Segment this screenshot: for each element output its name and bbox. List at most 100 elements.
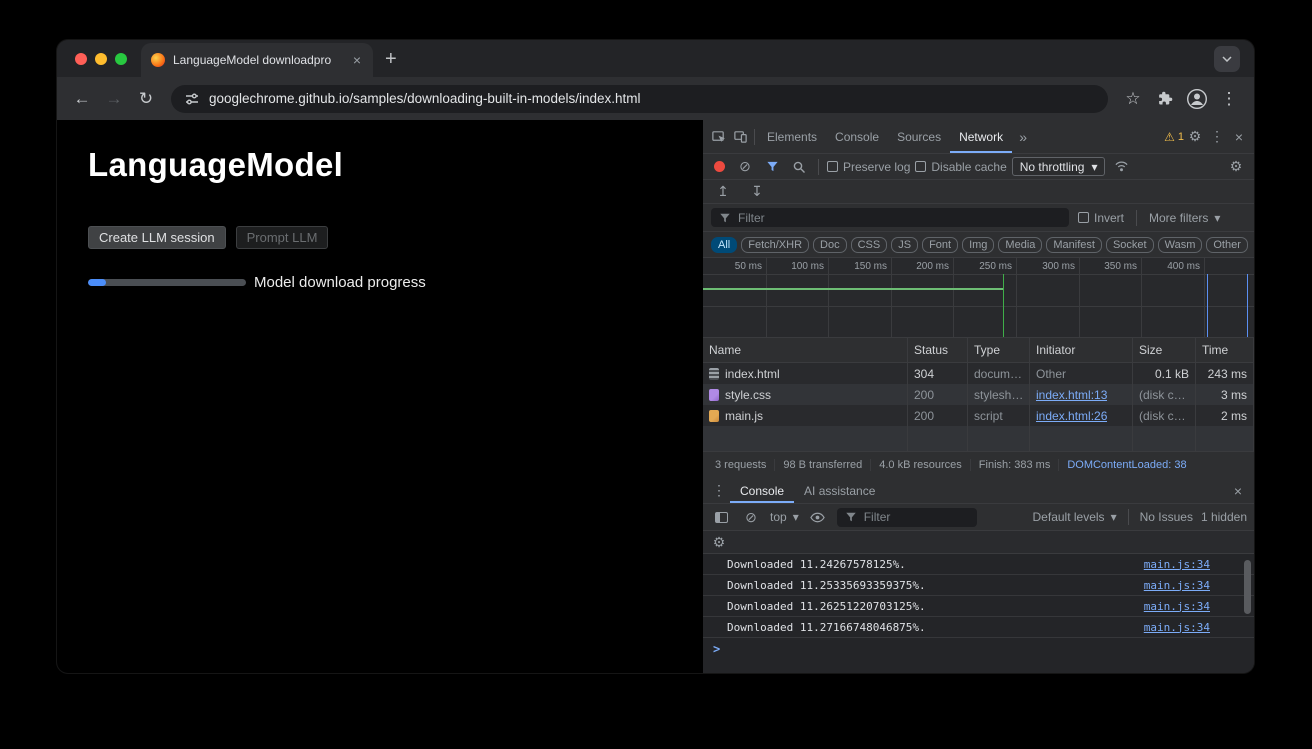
warning-badge[interactable]: ⚠1: [1164, 130, 1184, 144]
inspect-icon[interactable]: [707, 126, 729, 148]
console-source-link[interactable]: main.js:34: [1144, 600, 1210, 613]
tab-console-drawer[interactable]: Console: [730, 478, 794, 503]
browser-toolbar: ← → ↻ googlechrome.github.io/samples/dow…: [57, 77, 1254, 120]
browser-menu-icon[interactable]: ⋮: [1214, 84, 1244, 114]
maximize-window-button[interactable]: [115, 53, 127, 65]
console-scrollbar[interactable]: [1244, 560, 1251, 614]
tab-console[interactable]: Console: [826, 120, 888, 153]
network-conditions-icon[interactable]: [1110, 156, 1132, 178]
reload-button[interactable]: ↻: [131, 84, 161, 114]
filter-toggle-icon[interactable]: [761, 156, 783, 178]
initiator-link[interactable]: index.html:13: [1036, 388, 1107, 402]
timeline-label: 100 ms: [791, 261, 824, 272]
column-header-status[interactable]: Status: [908, 338, 968, 362]
message-text: Downloaded 11.24267578125%.: [727, 558, 1144, 571]
tab-network[interactable]: Network: [950, 120, 1012, 153]
clear-console-icon[interactable]: ⊘: [740, 506, 762, 528]
timeline-gridline: [766, 258, 767, 337]
filter-chip-manifest[interactable]: Manifest: [1046, 237, 1102, 253]
drawer-menu-icon[interactable]: ⋮: [708, 480, 730, 502]
column-header-size[interactable]: Size: [1133, 338, 1196, 362]
table-row[interactable]: index.html 304 docum… Other 0.1 kB 243 m…: [703, 363, 1254, 384]
profile-avatar[interactable]: [1182, 84, 1212, 114]
tab-sources[interactable]: Sources: [888, 120, 950, 153]
preserve-log-toggle[interactable]: Preserve log: [827, 160, 910, 174]
tab-ai-assistance[interactable]: AI assistance: [794, 478, 885, 503]
initiator-link[interactable]: index.html:26: [1036, 409, 1107, 423]
console-source-link[interactable]: main.js:34: [1144, 621, 1210, 634]
import-har-icon[interactable]: ↥: [712, 181, 734, 203]
table-row[interactable]: main.js 200 script index.html:26 (disk c…: [703, 405, 1254, 426]
network-filter-input[interactable]: Filter: [711, 208, 1069, 227]
no-issues-status[interactable]: No Issues: [1140, 510, 1193, 524]
devtools-menu-icon[interactable]: ⋮: [1206, 126, 1228, 148]
disable-cache-toggle[interactable]: Disable cache: [915, 160, 1006, 174]
console-settings-icon[interactable]: ⚙: [708, 531, 730, 553]
domcontentloaded-marker: [1207, 274, 1208, 337]
network-overview[interactable]: 50 ms 100 ms 150 ms 200 ms 250 ms 300 ms…: [703, 258, 1254, 338]
timeline-label: 400 ms: [1167, 261, 1200, 272]
extensions-icon[interactable]: [1150, 84, 1180, 114]
column-header-name[interactable]: Name: [703, 338, 908, 362]
disable-cache-label: Disable cache: [931, 160, 1006, 174]
minimize-window-button[interactable]: [95, 53, 107, 65]
tab-search-chevron-button[interactable]: [1214, 46, 1240, 72]
filter-chip-other[interactable]: Other: [1206, 237, 1248, 253]
context-selector[interactable]: top ▾: [770, 510, 799, 524]
console-source-link[interactable]: main.js:34: [1144, 558, 1210, 571]
preserve-log-checkbox[interactable]: [827, 161, 838, 172]
address-bar[interactable]: googlechrome.github.io/samples/downloadi…: [171, 85, 1108, 113]
filter-chip-fetch-xhr[interactable]: Fetch/XHR: [741, 237, 809, 253]
tab-close-icon[interactable]: ×: [349, 51, 365, 69]
filter-chip-socket[interactable]: Socket: [1106, 237, 1154, 253]
filter-chip-img[interactable]: Img: [962, 237, 994, 253]
site-settings-icon[interactable]: [185, 92, 199, 106]
more-filters-button[interactable]: More filters ▾: [1149, 211, 1220, 225]
cell-time: 2 ms: [1196, 405, 1254, 426]
divider: [1136, 210, 1137, 226]
create-llm-session-button[interactable]: Create LLM session: [88, 226, 226, 249]
throttling-select[interactable]: No throttling ▾: [1012, 157, 1106, 176]
hidden-messages-count[interactable]: 1 hidden: [1201, 510, 1247, 524]
record-network-log-button[interactable]: [714, 161, 725, 172]
new-tab-button[interactable]: +: [385, 49, 397, 69]
column-header-initiator[interactable]: Initiator: [1030, 338, 1133, 362]
disable-cache-checkbox[interactable]: [915, 161, 926, 172]
console-source-link[interactable]: main.js:34: [1144, 579, 1210, 592]
console-filter-input[interactable]: Filter: [837, 508, 977, 527]
invert-toggle[interactable]: Invert: [1078, 211, 1124, 225]
filter-chip-font[interactable]: Font: [922, 237, 958, 253]
export-har-icon[interactable]: ↧: [746, 181, 768, 203]
search-icon[interactable]: [788, 156, 810, 178]
browser-tab[interactable]: LanguageModel downloadpro ×: [141, 43, 373, 77]
filter-chip-all[interactable]: All: [711, 237, 737, 253]
filter-chip-js[interactable]: JS: [891, 237, 918, 253]
devtools-close-icon[interactable]: ×: [1228, 126, 1250, 148]
filter-chip-wasm[interactable]: Wasm: [1158, 237, 1203, 253]
drawer-close-icon[interactable]: ×: [1227, 480, 1249, 502]
tab-elements[interactable]: Elements: [758, 120, 826, 153]
progress-row: Model download progress: [88, 274, 703, 291]
log-levels-select[interactable]: Default levels ▾: [1033, 510, 1117, 524]
console-sidebar-icon[interactable]: [710, 506, 732, 528]
devtools-settings-icon[interactable]: ⚙: [1184, 126, 1206, 148]
close-window-button[interactable]: [75, 53, 87, 65]
console-prompt[interactable]: >: [703, 638, 1254, 659]
filter-chip-doc[interactable]: Doc: [813, 237, 847, 253]
back-button[interactable]: ←: [67, 84, 97, 114]
network-settings-icon[interactable]: ⚙: [1225, 156, 1247, 178]
invert-checkbox[interactable]: [1078, 212, 1089, 223]
table-row[interactable]: style.css 200 stylesh… index.html:13 (di…: [703, 384, 1254, 405]
filter-chip-css[interactable]: CSS: [851, 237, 888, 253]
bookmark-star-icon[interactable]: ☆: [1118, 84, 1148, 114]
clear-network-log-icon[interactable]: ⊘: [734, 156, 756, 178]
column-header-type[interactable]: Type: [968, 338, 1030, 362]
device-toolbar-icon[interactable]: [729, 126, 751, 148]
forward-button[interactable]: →: [99, 84, 129, 114]
filter-chip-media[interactable]: Media: [998, 237, 1042, 253]
more-tabs-icon[interactable]: »: [1012, 126, 1034, 148]
column-header-time[interactable]: Time: [1196, 338, 1254, 362]
eye-icon[interactable]: [807, 506, 829, 528]
prompt-llm-button[interactable]: Prompt LLM: [236, 226, 329, 249]
drawer-tab-bar: ⋮ Console AI assistance ×: [703, 478, 1254, 504]
